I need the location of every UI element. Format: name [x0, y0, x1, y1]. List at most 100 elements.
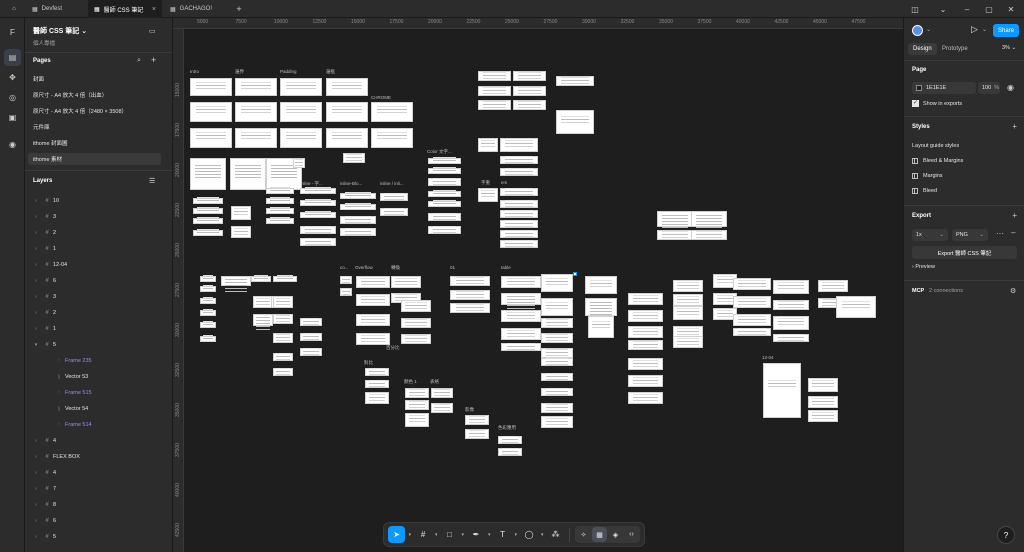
design-frame[interactable]: [230, 158, 266, 190]
add-export-icon[interactable]: +: [1012, 211, 1017, 220]
design-frame[interactable]: [190, 78, 232, 96]
design-frame[interactable]: [628, 392, 663, 404]
layer-child-row[interactable]: ◌ Frame 515: [25, 386, 172, 400]
layers-filter-icon[interactable]: ☰: [149, 177, 155, 185]
zoom-level[interactable]: 3% ⌄: [1002, 45, 1016, 51]
design-frame[interactable]: [450, 290, 490, 300]
chevron-down-icon[interactable]: ▾: [487, 532, 492, 538]
design-frame[interactable]: [356, 314, 390, 326]
design-frame[interactable]: [657, 230, 693, 240]
design-frame[interactable]: [266, 198, 294, 204]
design-frame[interactable]: [356, 294, 390, 306]
design-frame[interactable]: [513, 71, 546, 81]
eye-icon[interactable]: ◉: [1007, 83, 1014, 92]
design-frame[interactable]: [431, 403, 453, 413]
export-format-select[interactable]: PNG ⌄: [952, 229, 988, 241]
design-frame[interactable]: [541, 358, 573, 366]
plugins-icon[interactable]: ▣: [4, 109, 21, 126]
page-item[interactable]: 封面: [28, 73, 161, 85]
design-frame[interactable]: [391, 276, 421, 288]
tab-gachago[interactable]: ▦ GACHAGO!: [164, 0, 230, 18]
design-frame[interactable]: [300, 318, 322, 326]
design-frame[interactable]: [371, 128, 413, 148]
minimize-icon[interactable]: –: [956, 0, 978, 18]
design-frame[interactable]: [326, 78, 368, 96]
file-pages-icon[interactable]: ▤: [4, 49, 21, 66]
design-frame[interactable]: [556, 76, 594, 86]
design-frame[interactable]: [266, 208, 294, 214]
design-frame[interactable]: [193, 230, 223, 236]
chevron-right-icon[interactable]: ›: [31, 502, 41, 508]
design-frame[interactable]: [585, 276, 617, 294]
chevron-right-icon[interactable]: ›: [31, 454, 41, 460]
design-frame[interactable]: [628, 326, 663, 338]
mcp-status[interactable]: 2 connections: [929, 288, 963, 294]
design-frame[interactable]: [190, 128, 232, 148]
design-frame[interactable]: [300, 212, 336, 218]
design-frame[interactable]: [428, 178, 461, 186]
design-frame[interactable]: [200, 298, 216, 304]
design-frame[interactable]: [808, 396, 838, 408]
layer-row[interactable]: › #3: [25, 290, 172, 304]
design-frame[interactable]: [405, 413, 429, 427]
chevron-down-icon[interactable]: ▾: [460, 532, 465, 538]
draw-mode-icon[interactable]: ✧: [576, 527, 591, 542]
chevron-right-icon[interactable]: ›: [31, 278, 41, 284]
design-frame[interactable]: [500, 138, 538, 152]
layer-row[interactable]: › #2: [25, 226, 172, 240]
design-frame[interactable]: [657, 211, 693, 227]
design-frame[interactable]: [818, 280, 848, 292]
chevron-right-icon[interactable]: ›: [31, 470, 41, 476]
layer-row[interactable]: › # FLEX BOX: [25, 450, 172, 464]
chevron-down-icon[interactable]: ▾: [513, 532, 518, 538]
design-frame[interactable]: [541, 416, 573, 428]
maximize-icon[interactable]: ▢: [978, 0, 1000, 18]
layer-row[interactable]: › #5: [25, 530, 172, 544]
design-frame[interactable]: [500, 210, 538, 218]
chevron-down-icon[interactable]: ▾: [407, 532, 412, 538]
design-frame[interactable]: [190, 102, 232, 122]
find-icon[interactable]: ◎: [4, 89, 21, 106]
chevron-right-icon[interactable]: ›: [31, 246, 41, 252]
dev-icon[interactable]: ◉: [4, 136, 21, 153]
design-frame[interactable]: [501, 310, 541, 322]
design-frame[interactable]: [428, 168, 461, 174]
chevron-down-icon[interactable]: ⌄: [926, 26, 931, 33]
design-frame[interactable]: [300, 238, 336, 246]
layer-row[interactable]: › #7: [25, 482, 172, 496]
design-frame[interactable]: [478, 100, 511, 110]
page-item[interactable]: ithome 封面圖: [28, 137, 161, 149]
design-frame[interactable]: [501, 328, 541, 340]
chevron-right-icon[interactable]: ›: [31, 518, 41, 524]
chevron-right-icon[interactable]: ›: [31, 214, 41, 220]
chevron-right-icon[interactable]: ›: [31, 486, 41, 492]
design-frame[interactable]: [365, 392, 389, 404]
design-frame[interactable]: [235, 128, 277, 148]
design-frame[interactable]: [428, 158, 461, 164]
panel-toggle-icon[interactable]: ▭: [149, 27, 156, 35]
shape-tool-icon[interactable]: □: [441, 526, 458, 543]
help-button[interactable]: ?: [997, 526, 1015, 544]
file-title[interactable]: 醫師 CSS 筆記 ⌄: [33, 26, 87, 36]
design-frame[interactable]: [450, 276, 490, 286]
design-frame[interactable]: [273, 353, 293, 361]
chevron-right-icon[interactable]: ›: [31, 262, 41, 268]
design-frame[interactable]: [273, 314, 293, 324]
layer-row[interactable]: › #2: [25, 306, 172, 320]
design-frame[interactable]: [478, 86, 511, 96]
layer-child-row[interactable]: ◌ Frame 235: [25, 354, 172, 368]
layer-row[interactable]: ▾ #5: [25, 338, 172, 352]
design-frame[interactable]: [273, 276, 297, 282]
design-frame[interactable]: [235, 78, 277, 96]
design-frame[interactable]: [501, 276, 541, 288]
design-frame[interactable]: [340, 216, 376, 224]
avatar[interactable]: [912, 25, 923, 36]
chevron-right-icon[interactable]: ›: [31, 310, 41, 316]
design-frame[interactable]: [200, 286, 216, 292]
layer-row[interactable]: › #10: [25, 194, 172, 208]
new-tab-icon[interactable]: +: [232, 0, 246, 18]
page-item[interactable]: 元件庫: [28, 121, 161, 133]
add-page-icon[interactable]: +: [151, 55, 156, 65]
layer-row[interactable]: › #3: [25, 210, 172, 224]
frame-tool-icon[interactable]: #: [415, 526, 432, 543]
